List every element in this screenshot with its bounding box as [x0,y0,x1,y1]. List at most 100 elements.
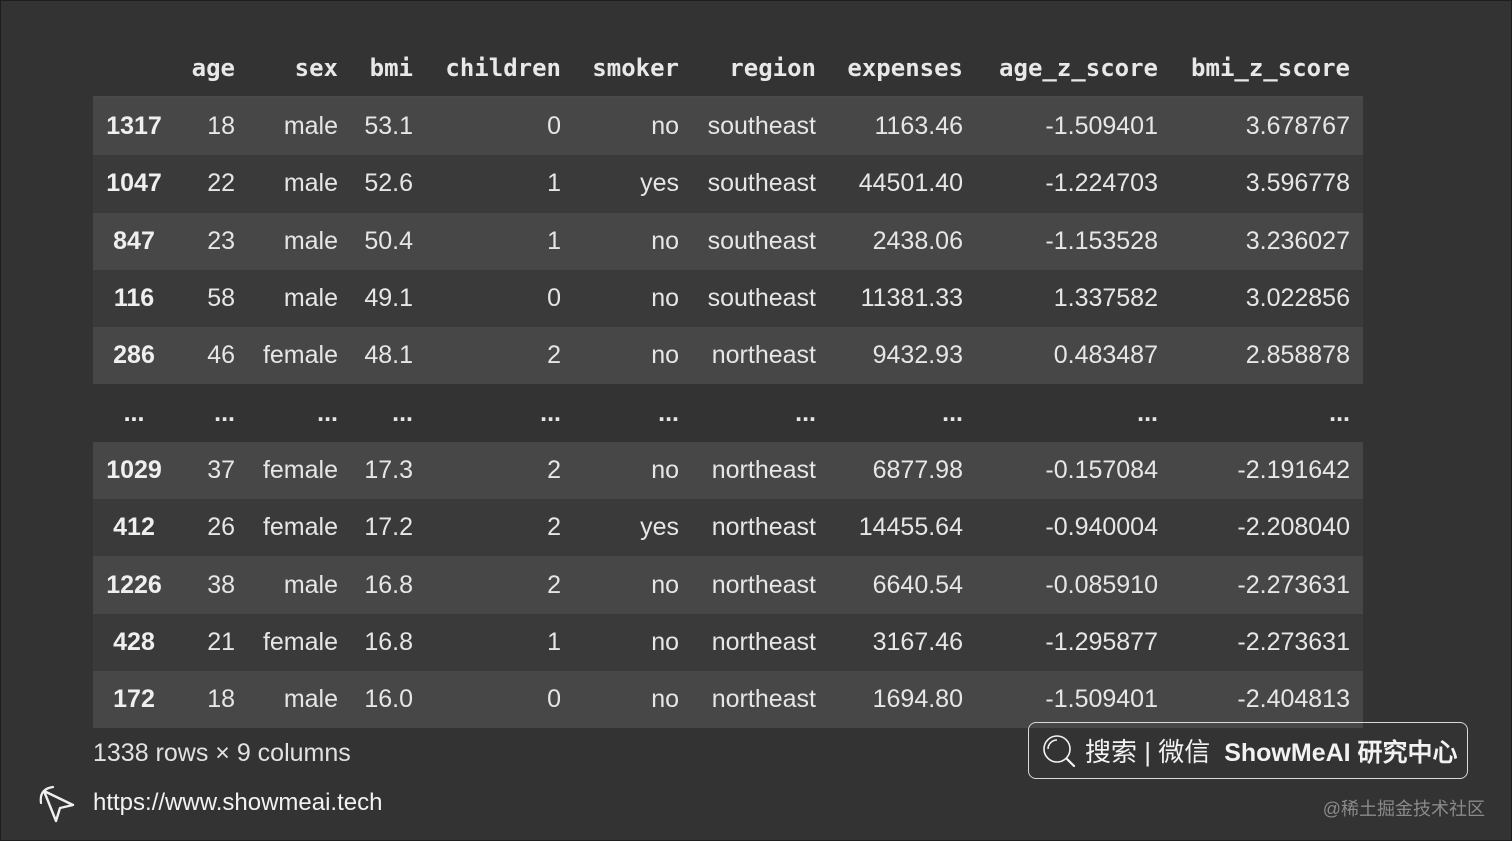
table-cell: no [574,670,692,729]
table-header-row: age sex bmi children smoker region expen… [93,39,1363,98]
column-header: bmi [351,39,426,98]
table-cell: 1694.80 [829,670,976,729]
table-cell: 21 [175,613,248,671]
dataframe-table: age sex bmi children smoker region expen… [93,39,1363,729]
column-header: children [426,39,574,98]
table-cell: 0 [426,269,574,328]
row-index: 1047 [93,155,175,213]
row-index: 428 [93,613,175,671]
table-row: 428 21 female 16.8 1 no northeast 3167.46 -1.295… [93,613,1363,671]
table-row: 1317 18 male 53.1 0 no southeast 1163.46 -1.5094… [93,97,1363,156]
table-cell: 2438.06 [829,212,976,270]
table-cell: -2.208040 [1171,499,1363,557]
table-cell: 2 [426,499,574,557]
table-cell: yes [574,155,692,213]
table-row: 412 26 female 17.2 2 yes northeast 14455.64 -0.9… [93,499,1363,557]
table-row: 172 18 male 16.0 0 no northeast 1694.80 -1.50940… [93,670,1363,729]
table-cell: 48.1 [351,327,426,385]
table-cell: ... [976,384,1171,442]
table-cell: 0.483487 [976,327,1171,385]
table-cell: no [574,613,692,671]
table-cell: northeast [692,613,829,671]
table-cell: 2 [426,327,574,385]
table-cell: 58 [175,269,248,328]
table-cell: southeast [692,155,829,213]
table-cell: 3.022856 [1171,269,1363,328]
table-cell: male [248,556,351,614]
column-header: sex [248,39,351,98]
table-cell: -0.157084 [976,441,1171,500]
brand-label: ShowMeAI 研究中心 [1224,738,1458,767]
table-cell: ... [829,384,976,442]
table-cell: ... [1171,384,1363,442]
dataframe-shape-text: 1338 rows × 9 columns [93,739,351,767]
table-cell: 2 [426,441,574,500]
table-cell: 1 [426,613,574,671]
table-cell: 37 [175,441,248,500]
table-cell: 23 [175,212,248,270]
table-row: 116 58 male 49.1 0 no southeast 11381.33 1.33758… [93,269,1363,328]
table-cell: 3.236027 [1171,212,1363,270]
table-cell: male [248,269,351,328]
table-cell: no [574,327,692,385]
table-cell: 17.2 [351,499,426,557]
search-label: 搜索 | 微信 [1085,737,1211,767]
table-cell: -2.273631 [1171,613,1363,671]
table-cell: -1.509401 [976,670,1171,729]
table-cell: ... [351,384,426,442]
table-cell: no [574,97,692,156]
row-index: 286 [93,327,175,385]
table-cell: -1.295877 [976,613,1171,671]
search-icon [1043,734,1076,767]
table-cell: 53.1 [351,97,426,156]
table-cell: 18 [175,97,248,156]
table-row: 1226 38 male 16.8 2 no northeast 6640.54 -0.0859… [93,556,1363,614]
table-cell: 9432.93 [829,327,976,385]
slide-frame: age sex bmi children smoker region expen… [0,0,1512,841]
table-cell: 26 [175,499,248,557]
table-body: 1317 18 male 53.1 0 no southeast 1163.46 -1.5094… [93,97,1363,729]
index-header [93,39,175,98]
table-cell: 18 [175,670,248,729]
table-cell: 1.337582 [976,269,1171,328]
table-cell: 3.596778 [1171,155,1363,213]
table-cell: northeast [692,670,829,729]
table-row: 847 23 male 50.4 1 no southeast 2438.06 -1.15352… [93,212,1363,270]
table-cell: -2.191642 [1171,441,1363,500]
table-cell: -2.404813 [1171,670,1363,729]
table-cell: 52.6 [351,155,426,213]
table-cell: 6640.54 [829,556,976,614]
search-box: 搜索 | 微信 ShowMeAI 研究中心 [1028,722,1468,779]
table-cell: -1.224703 [976,155,1171,213]
table-cell: male [248,212,351,270]
table-cell: no [574,441,692,500]
table-cell: southeast [692,97,829,156]
table-cell: no [574,212,692,270]
table-cell: male [248,155,351,213]
table-cell: no [574,556,692,614]
table-cell: 22 [175,155,248,213]
row-index: 1317 [93,97,175,156]
table-cell: 2.858878 [1171,327,1363,385]
table-cell: male [248,97,351,156]
table-cell: 0 [426,97,574,156]
table-cell: northeast [692,441,829,500]
row-index: 412 [93,499,175,557]
table-cell: ... [175,384,248,442]
table-cell: 50.4 [351,212,426,270]
table-cell: southeast [692,212,829,270]
table-cell: 3167.46 [829,613,976,671]
column-header: age_z_score [976,39,1171,98]
table-cell: 44501.40 [829,155,976,213]
table-cell: -0.085910 [976,556,1171,614]
row-index: 116 [93,269,175,328]
row-index: 1226 [93,556,175,614]
table-cell: 38 [175,556,248,614]
table-cell: female [248,499,351,557]
table-cell: northeast [692,327,829,385]
table-cell: ... [426,384,574,442]
table-cell: 6877.98 [829,441,976,500]
table-cell: no [574,269,692,328]
table-cell: -0.940004 [976,499,1171,557]
table-cell: northeast [692,556,829,614]
